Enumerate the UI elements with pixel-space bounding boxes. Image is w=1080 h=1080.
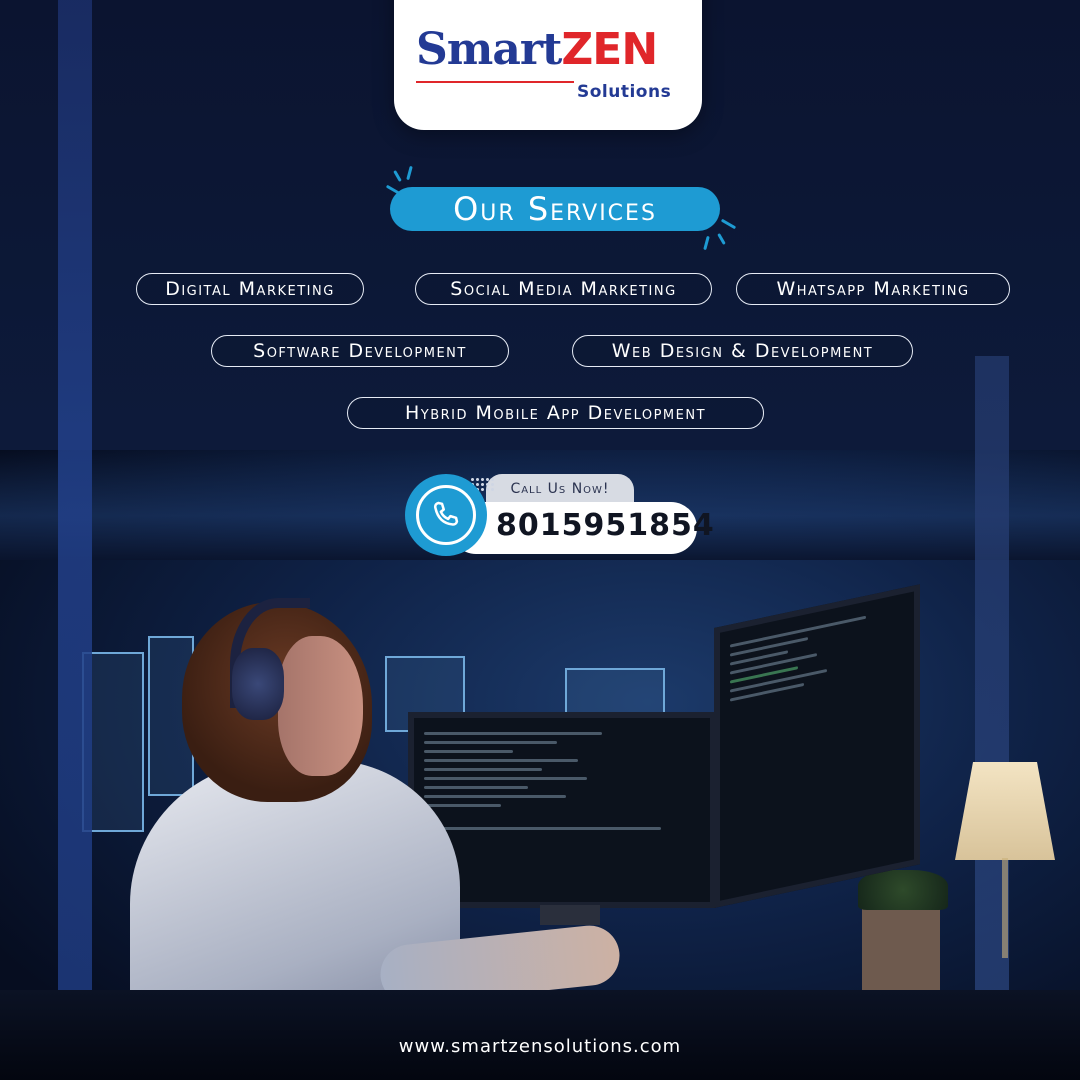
website-url[interactable]: www.smartzensolutions.com: [0, 1036, 1080, 1057]
logo: SmartZEN: [416, 28, 658, 72]
service-software-development: Software Development: [211, 335, 509, 367]
lamp-pole: [1002, 858, 1008, 958]
logo-subtitle: Solutions: [577, 82, 672, 102]
right-accent-bar: [975, 356, 1009, 1080]
plant-pot: [862, 900, 940, 1000]
service-digital-marketing: Digital Marketing: [136, 273, 364, 305]
service-social-media-marketing: Social Media Marketing: [415, 273, 712, 305]
logo-zen-text: ZEN: [561, 24, 658, 75]
desk: [0, 990, 1080, 1080]
monitor-right: [714, 584, 920, 908]
section-title-pill: Our Services: [390, 187, 720, 231]
call-label: Call Us Now!: [510, 481, 610, 497]
phone-icon[interactable]: [416, 485, 476, 545]
headphone-cup: [232, 648, 284, 720]
service-hybrid-mobile-app: Hybrid Mobile App Development: [347, 397, 764, 429]
logo-smart-text: Smart: [416, 24, 562, 75]
logo-card: SmartZEN Solutions: [394, 0, 702, 130]
service-whatsapp-marketing: Whatsapp Marketing: [736, 273, 1010, 305]
call-label-tab: Call Us Now!: [486, 474, 634, 504]
wall-frame: [565, 668, 665, 714]
plant-icon: [858, 870, 948, 910]
service-web-design: Web Design & Development: [572, 335, 913, 367]
section-title: Our Services: [453, 190, 657, 228]
logo-underline: [416, 81, 574, 83]
left-accent-bar: [58, 0, 92, 1080]
phone-number[interactable]: 8015951854: [496, 508, 715, 543]
monitor-stand: [540, 905, 600, 925]
